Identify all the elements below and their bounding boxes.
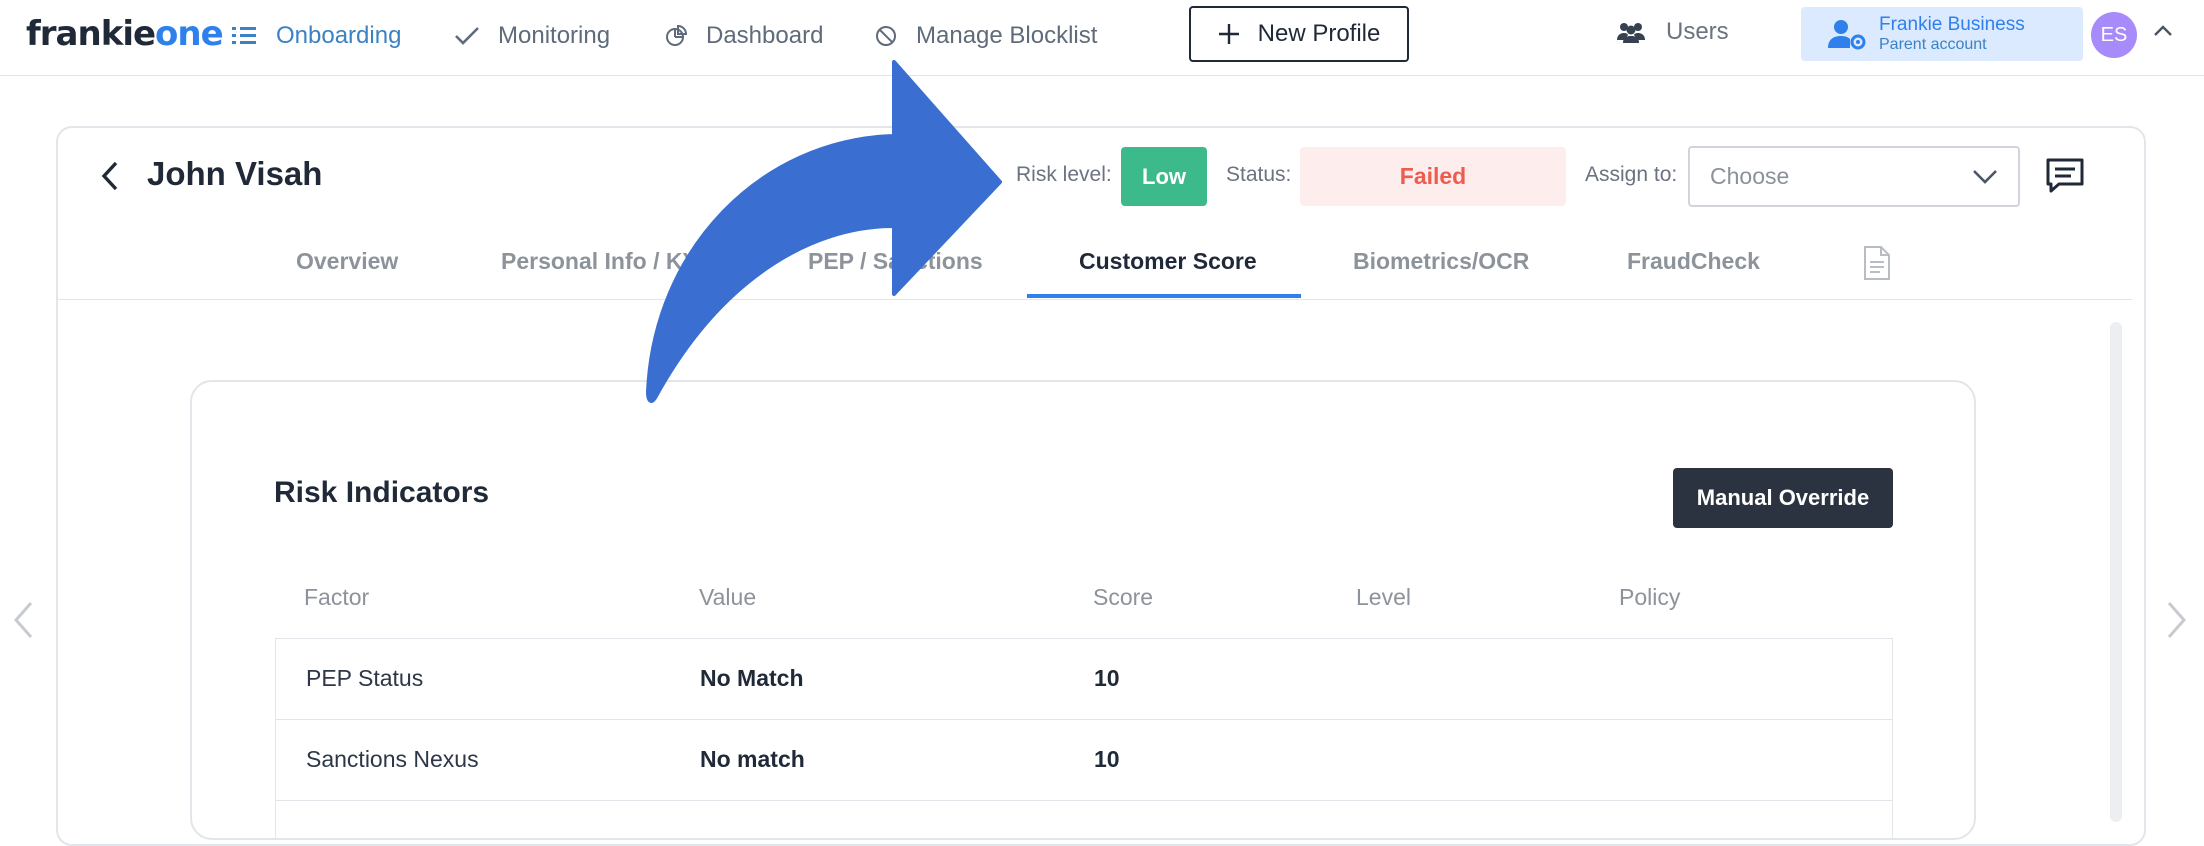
logo-accent-text: one xyxy=(155,14,224,54)
frankieone-logo[interactable]: frankieone xyxy=(26,14,224,54)
users-label: Users xyxy=(1666,18,1729,45)
risk-indicators-title: Risk Indicators xyxy=(274,476,490,509)
chevron-down-icon xyxy=(1973,169,1997,184)
nav-item-label: Manage Blocklist xyxy=(916,22,1098,49)
column-header-value: Value xyxy=(699,584,757,610)
risk-indicators-table: PEP Status No Match 10 Sanctions Nexus N… xyxy=(275,638,1893,838)
factor-cell: Sanctions Nexus xyxy=(306,746,479,772)
assign-to-placeholder: Choose xyxy=(1710,163,1790,189)
table-row[interactable]: Sanctions Nexus No match 10 xyxy=(276,720,1892,801)
nav-item-onboarding[interactable]: Onboarding xyxy=(232,18,401,54)
manual-override-button[interactable]: Manual Override xyxy=(1673,468,1893,528)
nav-item-label: Onboarding xyxy=(276,22,402,49)
status-badge: Failed xyxy=(1300,147,1566,206)
status-label: Status: xyxy=(1226,163,1292,186)
chevron-left-icon[interactable] xyxy=(12,600,34,640)
comment-icon[interactable] xyxy=(2045,157,2085,195)
new-profile-label: New Profile xyxy=(1257,20,1381,47)
avatar[interactable]: ES xyxy=(2091,12,2137,58)
check-icon xyxy=(455,27,479,45)
chevron-right-icon[interactable] xyxy=(2166,600,2188,640)
new-profile-button[interactable]: New Profile xyxy=(1189,6,1409,62)
factor-cell: PEP Status xyxy=(306,665,424,691)
column-header-policy: Policy xyxy=(1619,584,1681,610)
user-settings-icon xyxy=(1828,20,1866,50)
nav-item-dashboard[interactable]: Dashboard xyxy=(664,18,823,54)
account-name: Frankie Business xyxy=(1879,14,2025,35)
tab-customer-score[interactable]: Customer Score xyxy=(1079,248,1257,275)
nav-item-label: Monitoring xyxy=(498,22,611,49)
top-nav: frankieone Onboarding Monitoring Dashboa… xyxy=(0,0,2204,76)
profile-name: John Visah xyxy=(147,155,323,192)
risk-level-label: Risk level: xyxy=(1016,163,1112,186)
users-link[interactable]: Users xyxy=(1616,18,1729,46)
users-icon xyxy=(1617,23,1645,43)
tab-overview[interactable]: Overview xyxy=(296,248,398,275)
account-switcher[interactable]: Frankie Business Parent account xyxy=(1801,7,2083,61)
value-cell: No match xyxy=(700,746,805,772)
table-row[interactable]: PEP Status No Match 10 xyxy=(276,639,1892,720)
assign-to-select[interactable]: Choose xyxy=(1688,146,2020,207)
scrollbar[interactable] xyxy=(2110,322,2122,822)
nav-item-manage-blocklist[interactable]: Manage Blocklist xyxy=(874,18,1097,54)
assign-to-label: Assign to: xyxy=(1585,163,1678,186)
back-arrow-icon[interactable] xyxy=(98,160,122,192)
document-icon[interactable] xyxy=(1862,245,1892,281)
score-cell: 10 xyxy=(1094,665,1120,691)
column-header-score: Score xyxy=(1093,584,1154,610)
column-header-level: Level xyxy=(1356,584,1411,610)
column-header-factor: Factor xyxy=(304,584,370,610)
tab-personal-info-kyc[interactable]: Personal Info / KYC xyxy=(501,248,708,275)
tab-fraudcheck[interactable]: FraudCheck xyxy=(1627,248,1760,275)
nav-item-label: Dashboard xyxy=(706,22,824,49)
logo-text: frankie xyxy=(26,14,156,54)
risk-level-badge: Low xyxy=(1121,147,1207,206)
plus-icon xyxy=(1218,24,1239,44)
chevron-up-icon[interactable] xyxy=(2152,20,2174,42)
value-cell: No Match xyxy=(700,665,804,691)
nav-item-monitoring[interactable]: Monitoring xyxy=(454,18,610,54)
account-type: Parent account xyxy=(1879,36,1987,53)
active-tab-indicator xyxy=(1027,294,1301,298)
score-cell: 10 xyxy=(1094,746,1120,772)
tab-biometrics-ocr[interactable]: Biometrics/OCR xyxy=(1353,248,1529,275)
tab-pep-sanctions[interactable]: PEP / Sanctions xyxy=(808,248,983,275)
list-icon xyxy=(232,27,256,44)
pie-chart-icon xyxy=(666,24,688,46)
block-icon xyxy=(876,26,896,46)
